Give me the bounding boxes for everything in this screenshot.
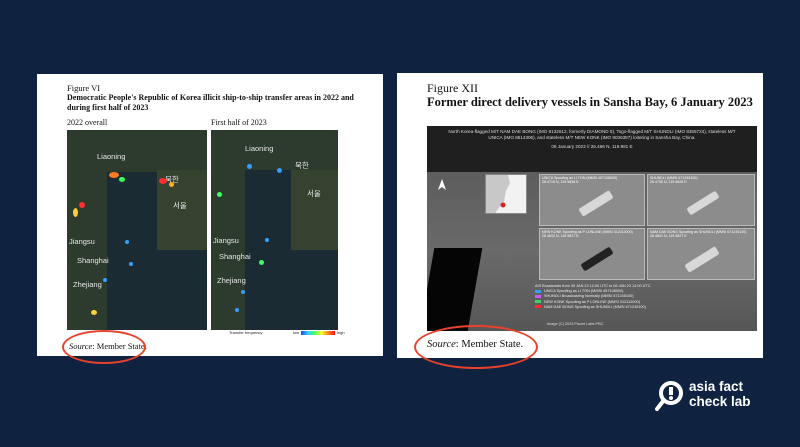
- transfer-hotspot: [265, 238, 269, 242]
- north-arrow-icon: [438, 179, 446, 190]
- coastline-icon: [486, 175, 510, 213]
- transfer-hotspot: [103, 278, 107, 282]
- transfer-hotspot: [169, 182, 174, 187]
- legend-title: Transfer frequency: [229, 330, 263, 335]
- label-jiangsu: Jiangsu: [69, 237, 95, 246]
- inset-label: NAM DAE BONG Spoofing as SHUNDLI (MMSI 6…: [650, 230, 747, 239]
- transfer-hotspot: [259, 260, 264, 265]
- label-seoul: 서울: [307, 189, 321, 198]
- ship-icon: [580, 246, 614, 272]
- logo-line2: check lab: [689, 394, 751, 409]
- inset-label: SHUNDLI (MMSI 671245100) 26.4755 N, 119.9…: [650, 176, 698, 185]
- legend-high: high: [337, 330, 345, 335]
- label-zhejiang: Zhejiang: [73, 280, 102, 289]
- transfer-hotspot: [159, 178, 167, 184]
- inset-shundli: SHUNDLI (MMSI 671245100) 26.4755 N, 119.9…: [647, 174, 755, 226]
- image-header-text: North Korea-flagged M/T NAM DAE BONG (IM…: [448, 129, 736, 140]
- label-jiangsu: Jiangsu: [213, 236, 239, 245]
- transfer-hotspot: [109, 172, 119, 178]
- image-header: North Korea-flagged M/T NAM DAE BONG (IM…: [427, 126, 757, 172]
- ship-icon: [578, 190, 614, 217]
- figure-label: Figure VI: [67, 83, 101, 93]
- figure-xii-panel: Figure XII Former direct delivery vessel…: [397, 73, 763, 358]
- image-date: 06 January 2023 // 26.466 N, 119.981 E: [551, 144, 633, 149]
- transfer-hotspot: [119, 177, 125, 182]
- label-korea: 북한: [295, 161, 309, 170]
- legend-color-scale: [301, 331, 335, 335]
- transfer-hotspot: [235, 308, 239, 312]
- transfer-hotspot: [91, 310, 97, 315]
- satellite-image: North Korea-flagged M/T NAM DAE BONG (IM…: [427, 126, 757, 331]
- highlight-ring: [414, 325, 538, 369]
- asia-fact-check-lab-logo: asia fact check lab: [655, 376, 780, 416]
- ship-icon: [684, 246, 720, 273]
- inset-new-konk: NEW KONK Spoofing as P LONLINE (MMSI 312…: [539, 228, 645, 280]
- magnifier-icon: [655, 381, 683, 411]
- inset-unica: UNICA Spoofing as LI TON (MMSI 457108000…: [539, 174, 645, 226]
- transfer-hotspot: [247, 164, 252, 169]
- ais-entry: NAM DAE BONG Spoofing as SHUNDLI (MMSI 6…: [535, 305, 710, 310]
- transfer-hotspot: [241, 290, 245, 294]
- map-2023-label: First half of 2023: [211, 118, 267, 127]
- label-liaoning: Liaoning: [245, 144, 274, 153]
- map-2022: Liaoning 북한 서울 Jiangsu Shanghai Zhejiang: [67, 130, 207, 330]
- figure-vi-panel: Figure VI Democratic People's Republic o…: [37, 74, 383, 356]
- highlight-ring: [62, 330, 146, 364]
- map-2023: Liaoning 북한 서울 Jiangsu Shanghai Zhejiang: [211, 130, 338, 330]
- label-shanghai: Shanghai: [77, 256, 109, 265]
- inset-label: NEW KONK Spoofing as P LONLINE (MMSI 312…: [542, 230, 633, 239]
- inset-label: UNICA Spoofing as LI TON (MMSI 457108000…: [542, 176, 618, 185]
- legend-low: low: [293, 330, 300, 335]
- figure-label: Figure XII: [427, 81, 478, 95]
- transfer-hotspot: [129, 262, 133, 266]
- transfer-hotspot: [277, 168, 282, 173]
- transfer-hotspot: [79, 202, 85, 208]
- image-credit: Image (C) 2023 Planet Labs PBC: [547, 322, 604, 326]
- logo-line1: asia fact: [689, 379, 744, 394]
- figure-title: Former direct delivery vessels in Sansha…: [427, 95, 753, 109]
- label-zhejiang: Zhejiang: [217, 276, 246, 285]
- label-shanghai: Shanghai: [219, 252, 251, 261]
- label-liaoning: Liaoning: [97, 152, 126, 161]
- transfer-hotspot: [73, 208, 78, 217]
- label-seoul: 서울: [173, 201, 187, 210]
- transfer-hotspot: [125, 240, 129, 244]
- transfer-hotspot: [217, 192, 222, 197]
- location-minimap: [485, 174, 527, 214]
- inset-nam-dae-bong: NAM DAE BONG Spoofing as SHUNDLI (MMSI 6…: [647, 228, 755, 280]
- ship-icon: [686, 190, 720, 216]
- map-2022-label: 2022 overall: [67, 118, 108, 127]
- figure-title: Democratic People's Republic of Korea il…: [67, 93, 354, 112]
